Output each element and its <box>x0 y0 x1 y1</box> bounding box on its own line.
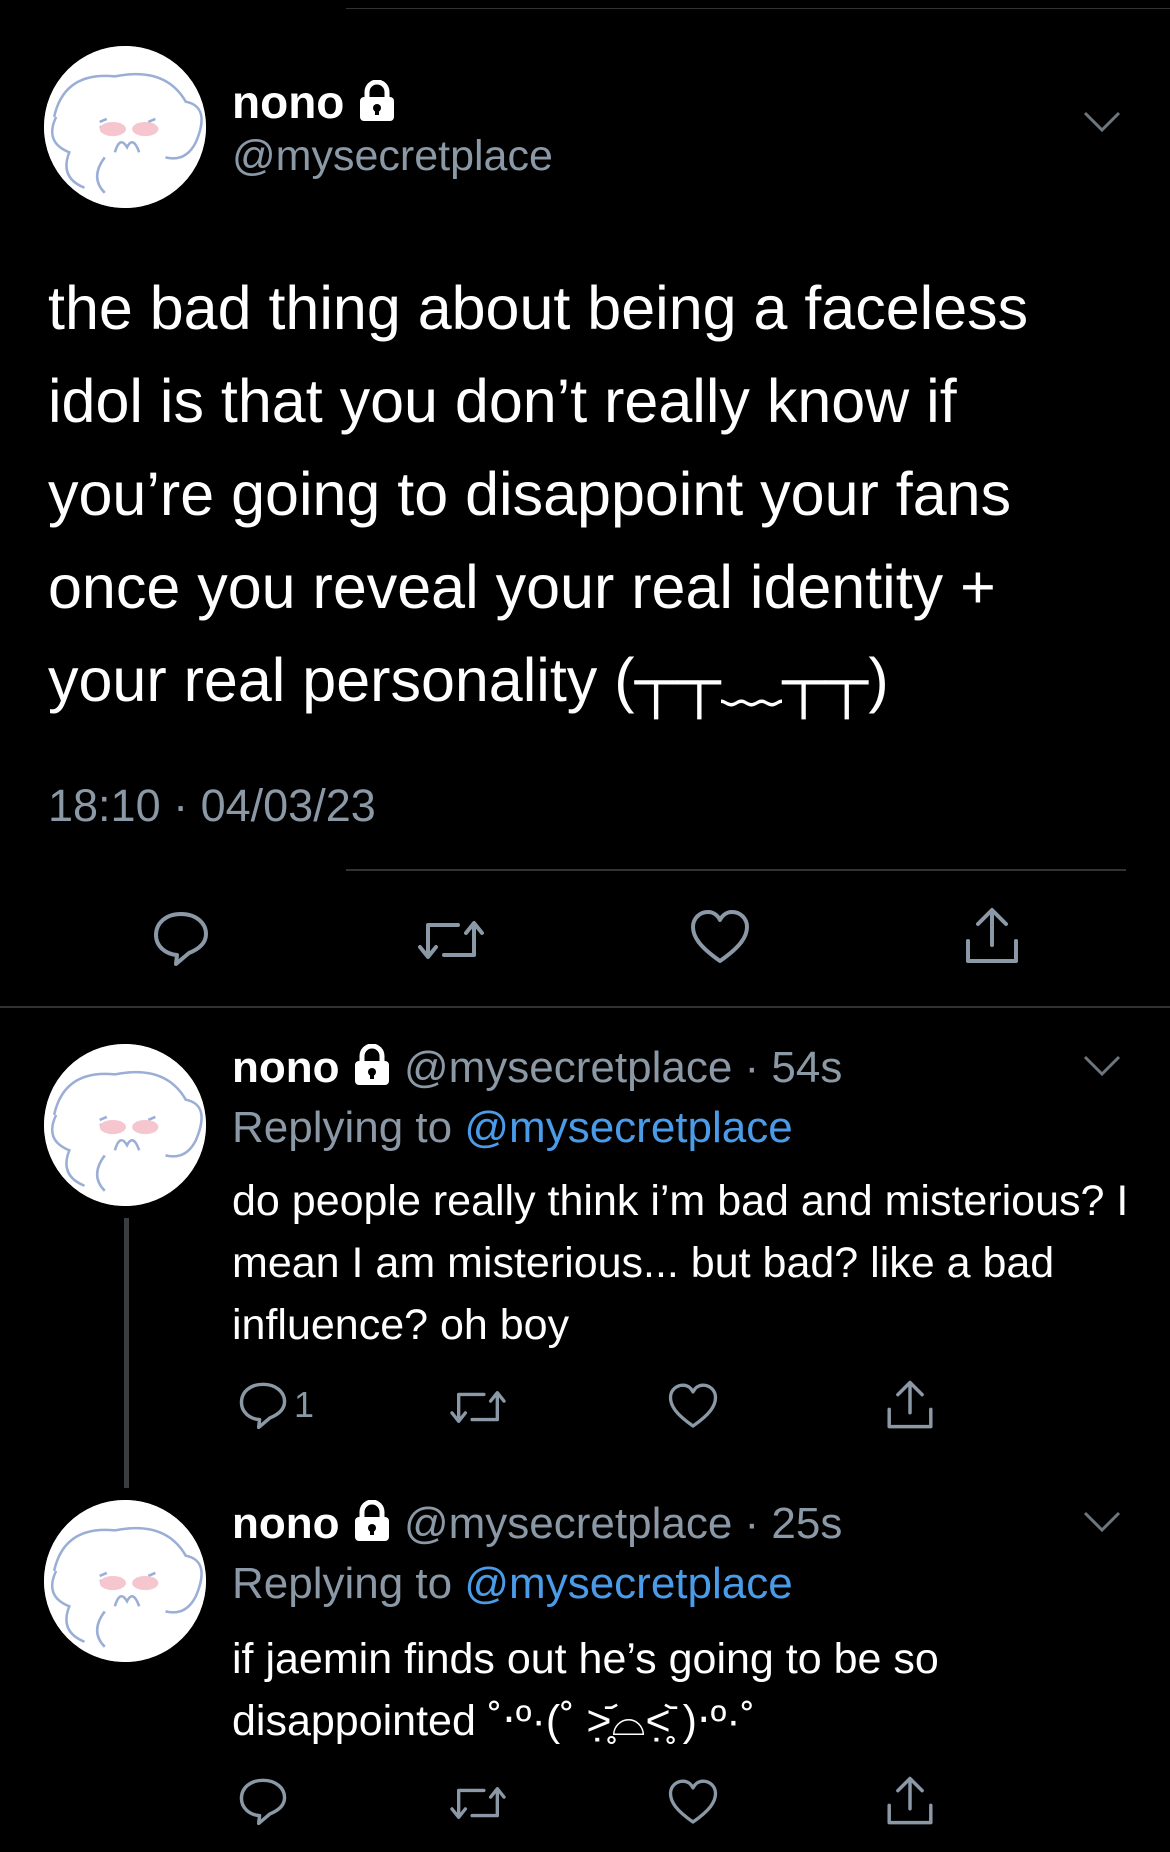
replying-to-label: Replying to <box>232 1559 453 1608</box>
reply-icon[interactable]: 1 <box>238 1380 314 1430</box>
reply-icon[interactable] <box>152 909 210 967</box>
like-icon[interactable] <box>668 1778 718 1826</box>
avatar[interactable] <box>44 1500 206 1662</box>
like-icon[interactable] <box>668 1382 718 1430</box>
reply-count: 1 <box>294 1384 315 1425</box>
top-divider <box>346 8 1170 9</box>
share-icon[interactable] <box>962 905 1022 967</box>
share-icon[interactable] <box>884 1378 936 1432</box>
mention-link[interactable]: @mysecretplace <box>464 1103 792 1152</box>
reply-time: · 54s <box>744 1043 843 1092</box>
avatar-illustration <box>44 46 206 208</box>
retweet-icon[interactable] <box>450 1386 506 1428</box>
display-name[interactable]: nono <box>232 1043 340 1092</box>
mention-link[interactable]: @mysecretplace <box>464 1559 792 1608</box>
share-icon[interactable] <box>884 1774 936 1828</box>
lock-icon <box>357 78 397 134</box>
display-name[interactable]: nono <box>232 76 344 128</box>
tweet-timestamp: 18:10 · 04/03/23 <box>48 780 376 831</box>
reply-icon[interactable] <box>238 1776 288 1826</box>
reply-text: if jaemin finds out he’s going to be so … <box>232 1635 951 1745</box>
handle[interactable]: @mysecretplace <box>232 128 553 184</box>
avatar[interactable] <box>44 46 206 208</box>
like-icon[interactable] <box>690 909 750 965</box>
lock-icon <box>352 1499 392 1556</box>
chevron-down-icon[interactable] <box>1082 1510 1122 1534</box>
display-name-row: nono <box>232 74 397 134</box>
avatar-illustration <box>44 1044 206 1206</box>
handle[interactable]: @mysecretplace <box>404 1043 732 1092</box>
tweet-actions <box>0 905 1170 975</box>
tweet-text: the bad thing about being a faceless ido… <box>48 274 1046 714</box>
retweet-icon[interactable] <box>418 915 484 965</box>
divider <box>0 1006 1170 1008</box>
reply-header: nono @mysecretplace · 25s <box>232 1496 842 1556</box>
reply-text: do people really think i’m bad and miste… <box>232 1177 1141 1349</box>
avatar-illustration <box>44 1500 206 1662</box>
reply-time: · 25s <box>744 1499 843 1548</box>
reply-header: nono @mysecretplace · 54s <box>232 1040 842 1100</box>
thread-line <box>124 1218 129 1488</box>
handle[interactable]: @mysecretplace <box>404 1499 732 1548</box>
replying-to: Replying to @mysecretplace <box>232 1556 793 1612</box>
replying-to: Replying to @mysecretplace <box>232 1100 793 1156</box>
chevron-down-icon[interactable] <box>1082 1054 1122 1078</box>
divider <box>346 869 1126 871</box>
avatar[interactable] <box>44 1044 206 1206</box>
display-name[interactable]: nono <box>232 1499 340 1548</box>
replying-to-label: Replying to <box>232 1103 453 1152</box>
chevron-down-icon[interactable] <box>1082 110 1122 134</box>
retweet-icon[interactable] <box>450 1782 506 1824</box>
lock-icon <box>352 1043 392 1100</box>
